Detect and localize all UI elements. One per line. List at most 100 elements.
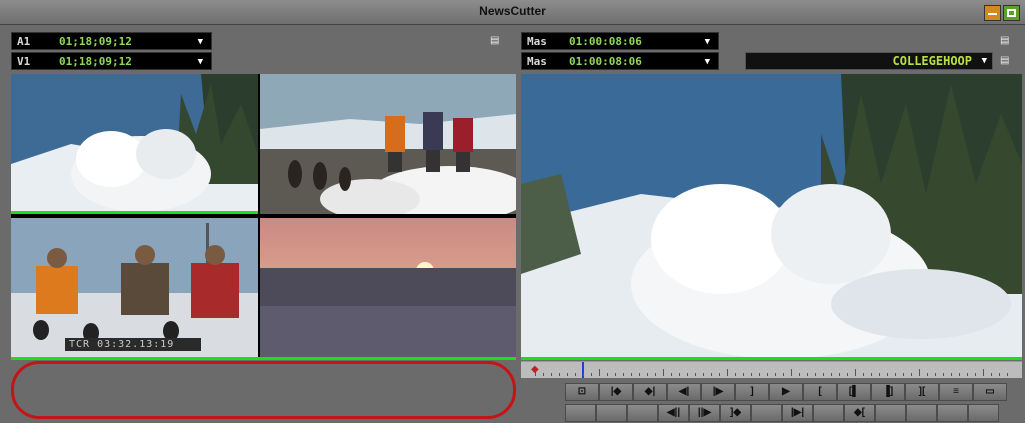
timeline-tick xyxy=(711,373,712,376)
transport-button[interactable]: ⊡ xyxy=(565,383,599,401)
bin-selector[interactable]: COLLEGEHOOP ▼ xyxy=(745,52,993,70)
source-sunset-clip[interactable] xyxy=(260,218,516,359)
timecode-value: 01:00:08:06 xyxy=(569,55,642,68)
window-title: NewsCutter xyxy=(479,4,546,18)
sunset-thumbnail-image xyxy=(260,218,516,359)
record-position-bar[interactable] xyxy=(521,357,1022,360)
transport-button[interactable]: ||▶ xyxy=(689,404,720,422)
timeline-tick xyxy=(735,373,736,376)
dropdown-arrow-icon[interactable]: ▼ xyxy=(198,53,203,71)
timeline-tick xyxy=(607,373,608,376)
timeline-tick xyxy=(791,369,792,376)
timeline-tick xyxy=(679,373,680,376)
timeline-tick xyxy=(591,373,592,376)
maximize-button[interactable] xyxy=(1003,5,1020,21)
transport-button[interactable] xyxy=(565,404,596,422)
transport-button[interactable]: ][ xyxy=(905,383,939,401)
transport-button[interactable]: ▶ xyxy=(769,383,803,401)
minimize-button[interactable] xyxy=(984,5,1001,21)
timeline-tick xyxy=(543,373,544,376)
maximize-icon xyxy=(1007,9,1016,17)
timeline-tick xyxy=(583,373,584,376)
source-track-v1-timecode[interactable]: V1 01;18;09;12 ▼ xyxy=(11,52,212,70)
source-expedition-clip[interactable]: TCR 03:32.13:19 xyxy=(11,218,258,359)
hikers-thumbnail-image xyxy=(260,74,516,214)
source-position-bar[interactable] xyxy=(11,357,516,360)
timeline-tick xyxy=(967,373,968,376)
transport-button[interactable] xyxy=(751,404,782,422)
timeline-tick xyxy=(983,369,984,376)
record-track-timecode-1[interactable]: Mas 01:00:08:06 ▼ xyxy=(521,32,719,50)
timeline-tick xyxy=(743,373,744,376)
source-avalanche-clip[interactable] xyxy=(11,74,258,214)
bin-selector-value: COLLEGEHOOP xyxy=(892,54,972,68)
timeline-tick xyxy=(575,373,576,376)
transport-button[interactable] xyxy=(875,404,906,422)
record-monitor-menu-icon[interactable]: ▤ xyxy=(1000,36,1012,46)
transport-button[interactable]: ◀| xyxy=(667,383,701,401)
record-track-timecode-2[interactable]: Mas 01:00:08:06 ▼ xyxy=(521,52,719,70)
track-label: Mas xyxy=(527,35,547,48)
avalanche-thumbnail-image xyxy=(11,74,258,214)
timeline-tick xyxy=(671,373,672,376)
timeline-tick xyxy=(759,373,760,376)
timeline-tick xyxy=(567,373,568,376)
dropdown-arrow-icon[interactable]: ▼ xyxy=(198,33,203,51)
timeline-tick xyxy=(823,373,824,376)
timecode-value: 01;18;09;12 xyxy=(59,55,132,68)
timeline-tick xyxy=(831,373,832,376)
bin-menu-icon[interactable]: ▤ xyxy=(1000,56,1012,66)
transport-button[interactable] xyxy=(906,404,937,422)
transport-button[interactable]: ◆[ xyxy=(844,404,875,422)
source-track-a1-timecode[interactable]: A1 01;18;09;12 ▼ xyxy=(11,32,212,50)
timeline-tick xyxy=(911,373,912,376)
transport-button[interactable]: |▶| xyxy=(782,404,813,422)
transport-button[interactable] xyxy=(968,404,999,422)
transport-button[interactable]: ▐] xyxy=(871,383,905,401)
timeline-tick xyxy=(535,369,536,376)
timeline-tick xyxy=(807,373,808,376)
transport-button[interactable]: |▶ xyxy=(701,383,735,401)
transport-button[interactable]: ]◆ xyxy=(720,404,751,422)
record-monitor-image xyxy=(521,74,1022,359)
timeline-tick xyxy=(799,373,800,376)
timeline-tick xyxy=(887,373,888,376)
transport-button[interactable]: [ xyxy=(803,383,837,401)
transport-button[interactable]: ◀|| xyxy=(658,404,689,422)
timeline-tick xyxy=(951,373,952,376)
record-monitor[interactable] xyxy=(521,74,1022,359)
timeline-tick xyxy=(815,373,816,376)
timeline-tick xyxy=(559,373,560,376)
timeline-tick xyxy=(631,373,632,376)
transport-button[interactable]: [▌ xyxy=(837,383,871,401)
transport-controls-row-2: ◀|| ||▶]◆ |▶| ◆[ xyxy=(565,404,1011,422)
timeline-tick xyxy=(623,373,624,376)
timeline-tick xyxy=(903,373,904,376)
source-monitor-menu-icon[interactable]: ▤ xyxy=(490,36,502,46)
transport-button[interactable] xyxy=(596,404,627,422)
transport-button[interactable]: |◆ xyxy=(599,383,633,401)
timeline-tick xyxy=(919,369,920,376)
transport-button[interactable]: ▭ xyxy=(973,383,1007,401)
source-monitor[interactable]: TCR 03:32.13:19 xyxy=(11,74,516,359)
transport-button[interactable] xyxy=(937,404,968,422)
transport-button[interactable] xyxy=(627,404,658,422)
transport-button[interactable] xyxy=(813,404,844,422)
source-hikers-clip[interactable] xyxy=(260,74,516,214)
transport-button[interactable]: ] xyxy=(735,383,769,401)
timeline-tick xyxy=(695,373,696,376)
timeline-tick xyxy=(775,373,776,376)
transport-button[interactable]: ◆| xyxy=(633,383,667,401)
track-label: Mas xyxy=(527,55,547,68)
timeline-tick xyxy=(959,373,960,376)
transport-button[interactable]: ≡ xyxy=(939,383,973,401)
timeline-tick xyxy=(999,373,1000,376)
record-timeline-ruler[interactable]: ◆ xyxy=(521,361,1022,378)
dropdown-arrow-icon[interactable]: ▼ xyxy=(705,33,710,51)
timeline-tick xyxy=(839,373,840,376)
dropdown-arrow-icon[interactable]: ▼ xyxy=(705,53,710,71)
timeline-tick xyxy=(927,373,928,376)
timeline-tick xyxy=(943,373,944,376)
annotation-ring xyxy=(11,361,516,419)
track-label: V1 xyxy=(17,55,31,68)
